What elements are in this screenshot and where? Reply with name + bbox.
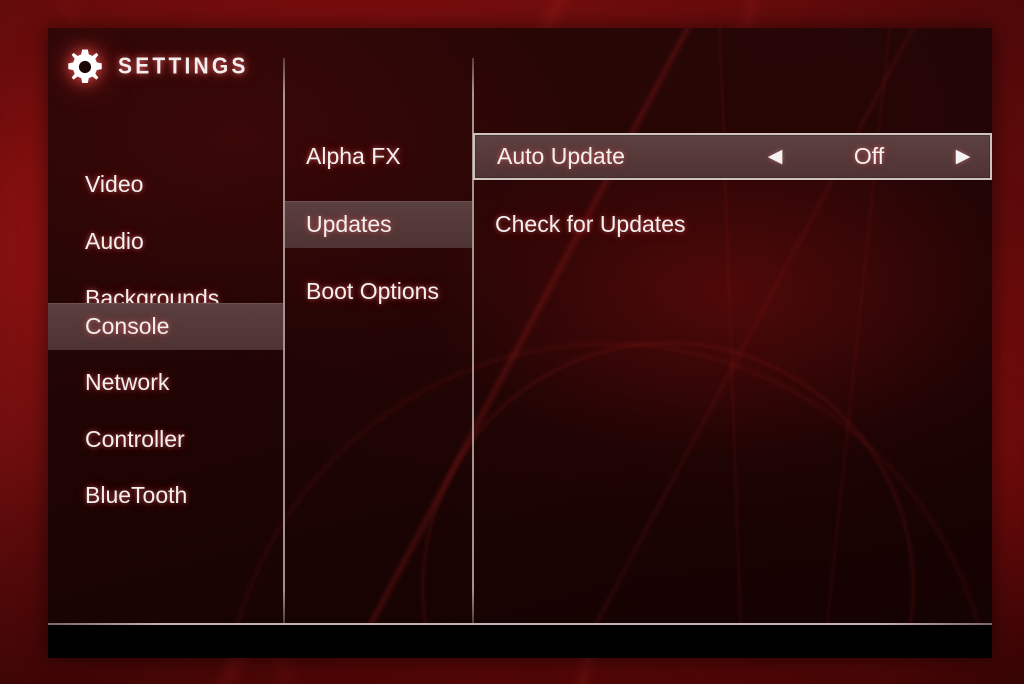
sidebar-item-audio[interactable]: Audio — [48, 218, 283, 265]
sidebar-item-network[interactable]: Network — [48, 359, 283, 406]
footer-bar — [48, 625, 992, 658]
sidebar-item-label: Network — [85, 369, 170, 395]
subnav-item-alpha-fx[interactable]: Alpha FX — [285, 133, 472, 180]
setting-row-label: Check for Updates — [495, 211, 686, 237]
sidebar-item-label: BlueTooth — [85, 482, 188, 508]
stepper-right-arrow-icon[interactable]: ▶ — [946, 147, 980, 166]
sidebar-item-label: Controller — [85, 426, 185, 452]
auto-update-value: Off — [853, 143, 885, 169]
subnav-item-label: Boot Options — [306, 278, 439, 304]
auto-update-stepper: ◀ Off ▶ — [758, 135, 990, 178]
sidebar-item-label: Audio — [85, 228, 144, 254]
subnav-item-boot-options[interactable]: Boot Options — [285, 268, 472, 315]
subnav-item-label: Updates — [306, 211, 392, 237]
sidebar-item-label: Video — [85, 171, 144, 197]
subnav-item-updates[interactable]: Updates — [285, 201, 472, 248]
settings-header: SETTINGS — [66, 48, 249, 86]
sidebar-item-console[interactable]: Console — [48, 303, 283, 350]
gear-icon — [68, 49, 102, 83]
setting-row-label: Auto Update — [497, 143, 625, 169]
page-title: SETTINGS — [118, 54, 249, 79]
subnav-item-label: Alpha FX — [306, 143, 401, 169]
sidebar-item-label: Console — [85, 313, 170, 339]
settings-panel: SETTINGS Video Audio Backgrounds Console… — [48, 28, 992, 658]
setting-row-auto-update[interactable]: Auto Update ◀ Off ▶ — [473, 133, 992, 180]
sidebar-item-video[interactable]: Video — [48, 161, 283, 208]
sidebar-item-controller[interactable]: Controller — [48, 416, 283, 463]
sidebar-item-bluetooth[interactable]: BlueTooth — [48, 472, 283, 519]
stepper-left-arrow-icon[interactable]: ◀ — [758, 147, 792, 166]
setting-row-check-for-updates[interactable]: Check for Updates — [473, 201, 992, 248]
